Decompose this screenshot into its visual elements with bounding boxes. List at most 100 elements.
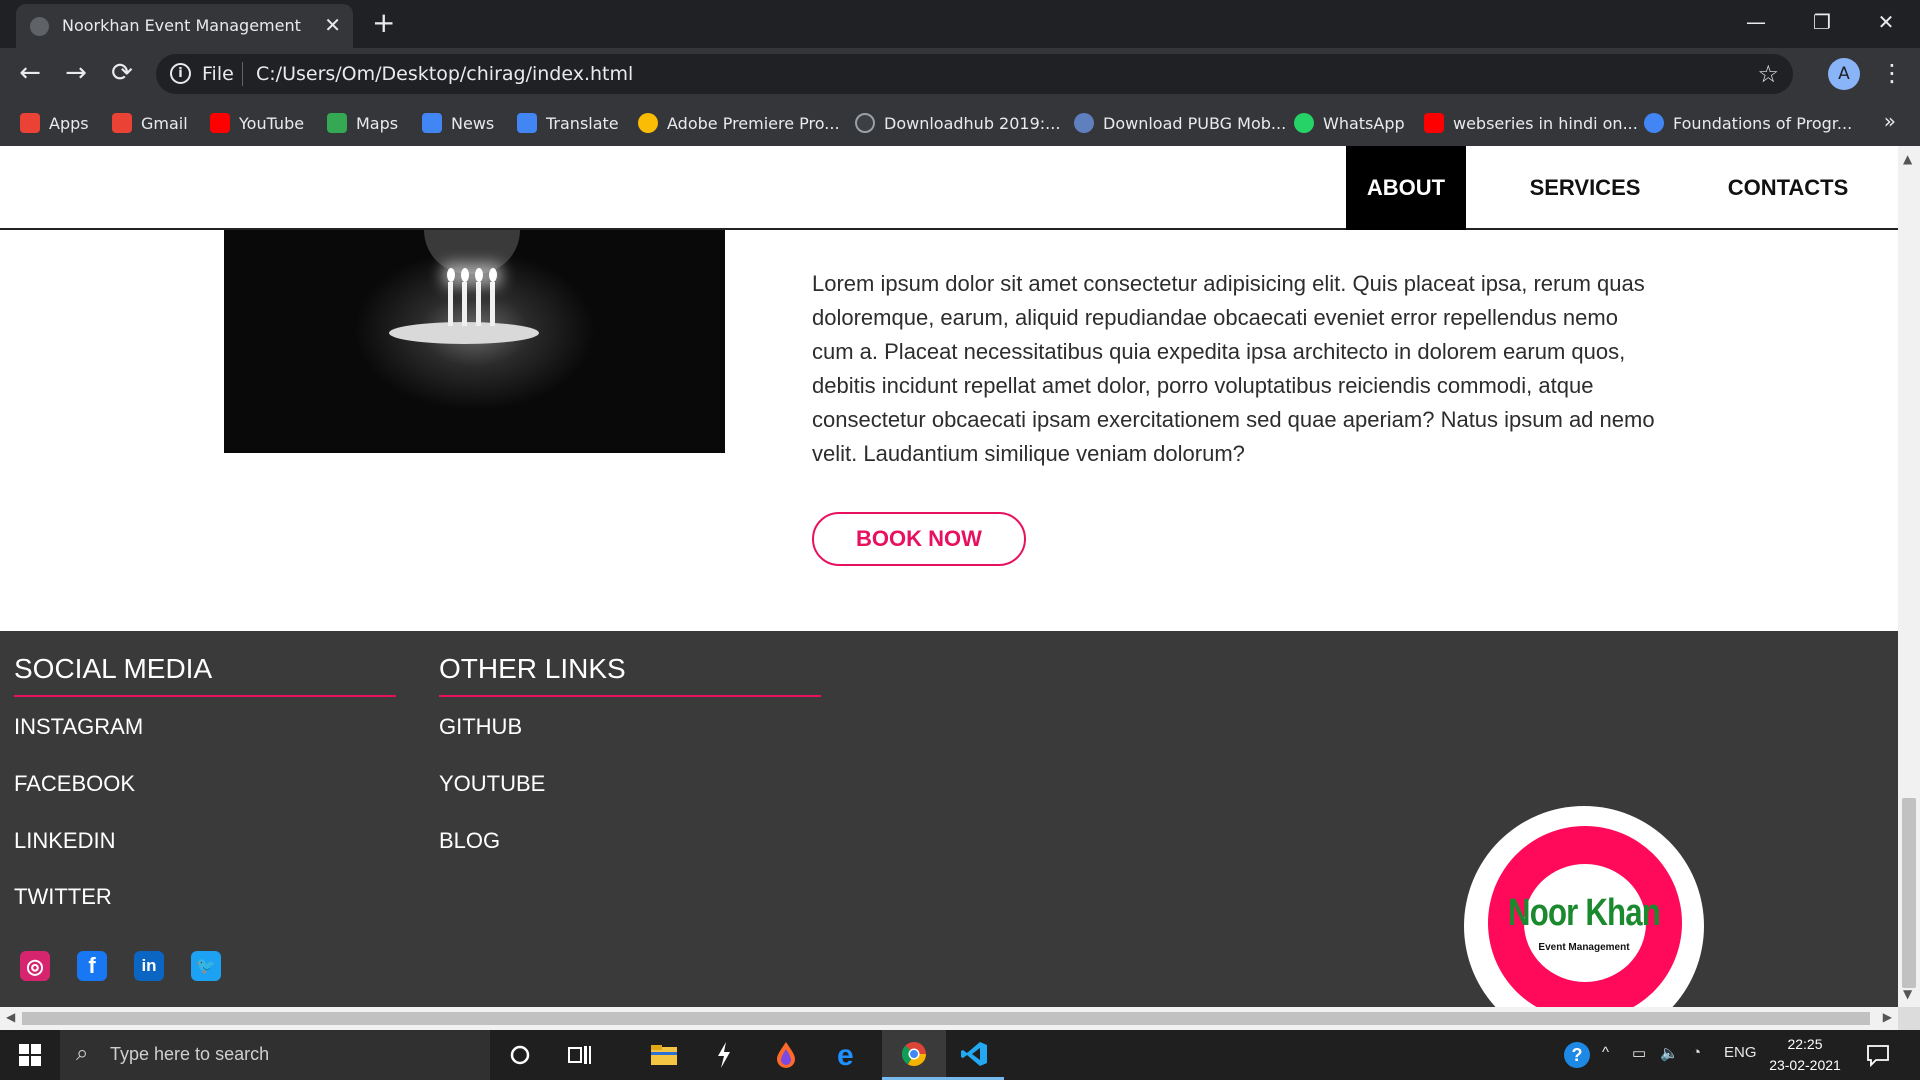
task-view-icon[interactable]	[550, 1030, 610, 1080]
minimize-icon[interactable]: —	[1736, 8, 1776, 36]
battery-icon[interactable]: ▭	[1632, 1044, 1646, 1062]
image-candle	[462, 282, 467, 326]
tab-close-icon[interactable]: ✕	[324, 13, 341, 37]
cortana-icon[interactable]	[490, 1030, 550, 1080]
book-now-button[interactable]: BOOK NOW	[812, 512, 1026, 566]
image-candle	[476, 282, 481, 326]
restore-icon[interactable]: ❐	[1802, 8, 1842, 36]
bookmarks-bar: Apps Gmail YouTube Maps News Translate A…	[0, 100, 1920, 146]
taskbar-search-placeholder: Type here to search	[110, 1044, 270, 1064]
bookmark-pubg[interactable]: Download PUBG Mob...	[1074, 110, 1286, 136]
file-explorer-icon[interactable]	[634, 1030, 694, 1080]
pubg-icon	[1074, 113, 1094, 133]
image-candle	[448, 282, 453, 326]
nav-services[interactable]: SERVICES	[1510, 146, 1660, 230]
browser-toolbar: ← → ⟳ i File C:/Users/Om/Desktop/chirag/…	[0, 48, 1920, 100]
bookmark-whatsapp[interactable]: WhatsApp	[1294, 110, 1405, 136]
news-icon	[422, 113, 442, 133]
linkedin-icon[interactable]: in	[134, 951, 164, 981]
youtube-icon	[210, 113, 230, 133]
windows-start-icon[interactable]	[0, 1030, 60, 1080]
profile-avatar[interactable]: A	[1828, 58, 1860, 90]
bookmark-news[interactable]: News	[422, 110, 494, 136]
address-scheme: File	[202, 63, 234, 85]
address-url[interactable]: C:/Users/Om/Desktop/chirag/index.html	[256, 63, 633, 85]
wifi-icon[interactable]: ◔	[1692, 1044, 1701, 1061]
bookmark-downloadhub[interactable]: Downloadhub 2019:...	[855, 110, 1060, 136]
window-close-icon[interactable]: ✕	[1866, 8, 1906, 36]
forward-icon[interactable]: →	[58, 58, 94, 88]
about-image	[224, 230, 725, 453]
globe-icon	[30, 17, 49, 36]
nav-about[interactable]: ABOUT	[1346, 146, 1466, 230]
browser-tab[interactable]: Noorkhan Event Management ✕	[16, 4, 353, 48]
scroll-left-icon[interactable]: ◀	[6, 1010, 15, 1024]
info-icon[interactable]: i	[170, 63, 191, 84]
google-g-icon	[638, 113, 658, 133]
site-navbar: ABOUT SERVICES CONTACTS	[0, 146, 1898, 230]
site-footer: SOCIAL MEDIA INSTAGRAM FACEBOOK LINKEDIN…	[0, 631, 1898, 1030]
whatsapp-icon	[1294, 113, 1314, 133]
scroll-up-icon[interactable]: ▲	[1903, 152, 1912, 166]
bookmark-apps[interactable]: Apps	[20, 110, 89, 136]
bookmark-translate[interactable]: Translate	[517, 110, 619, 136]
nav-contacts[interactable]: CONTACTS	[1712, 146, 1864, 230]
facebook-icon[interactable]: f	[77, 951, 107, 981]
vertical-scrollbar[interactable]: ▲ ▼	[1898, 146, 1920, 1007]
bookmark-adobe-premiere[interactable]: Adobe Premiere Pro...	[638, 110, 840, 136]
logo-subtitle: Event Management	[1538, 942, 1630, 953]
image-candle	[490, 282, 495, 326]
tray-chevron-up-icon[interactable]: ^	[1602, 1044, 1609, 1061]
footer-link-linkedin[interactable]: LINKEDIN	[14, 828, 115, 854]
sketch-app-icon[interactable]	[694, 1030, 754, 1080]
social-media-underline	[14, 695, 396, 697]
apps-grid-icon	[20, 113, 40, 133]
scrollbar-corner	[1898, 1007, 1920, 1030]
bookmark-star-icon[interactable]: ☆	[1757, 60, 1779, 88]
help-icon[interactable]: ?	[1564, 1042, 1590, 1068]
noorkhan-logo[interactable]: Noor Khan Event Management	[1464, 806, 1704, 1030]
taskbar-search-box[interactable]: ⌕ Type here to search	[60, 1030, 490, 1080]
vertical-scroll-thumb[interactable]	[1902, 798, 1916, 988]
bookmark-webseries[interactable]: webseries in hindi on...	[1424, 110, 1638, 136]
social-media-heading: SOCIAL MEDIA	[14, 653, 213, 684]
kebab-menu-icon[interactable]: ⋮	[1880, 58, 1904, 88]
edge-browser-icon[interactable]: e	[818, 1030, 878, 1080]
bookmark-foundations[interactable]: Foundations of Progr...	[1644, 110, 1852, 136]
footer-link-youtube[interactable]: YOUTUBE	[439, 771, 545, 797]
twitter-icon[interactable]: 🐦	[191, 951, 221, 981]
address-bar[interactable]: i File C:/Users/Om/Desktop/chirag/index.…	[156, 54, 1793, 94]
reload-icon[interactable]: ⟳	[104, 58, 140, 88]
new-tab-icon[interactable]: +	[372, 8, 395, 38]
horizontal-scrollbar[interactable]: ◀ ▶	[0, 1007, 1898, 1030]
instagram-icon[interactable]: ◎	[20, 951, 50, 981]
image-flame	[447, 268, 455, 282]
search-icon: ⌕	[76, 1041, 89, 1066]
google-icon	[1644, 113, 1664, 133]
language-indicator[interactable]: ENG	[1724, 1044, 1757, 1061]
bookmark-youtube[interactable]: YouTube	[210, 110, 304, 136]
chrome-taskbar-icon[interactable]	[882, 1030, 946, 1080]
scroll-down-icon[interactable]: ▼	[1903, 987, 1912, 1001]
footer-link-blog[interactable]: BLOG	[439, 828, 500, 854]
footer-link-github[interactable]: GITHUB	[439, 714, 522, 740]
bookmark-gmail[interactable]: Gmail	[112, 110, 188, 136]
tab-strip: Noorkhan Event Management ✕ + — ❐ ✕	[0, 0, 1920, 48]
vscode-icon[interactable]	[944, 1030, 1004, 1080]
system-clock[interactable]: 22:25 23-02-2021	[1766, 1034, 1844, 1076]
bookmarks-overflow-icon[interactable]: »	[1884, 109, 1896, 133]
paint-drop-icon[interactable]	[756, 1030, 816, 1080]
back-icon[interactable]: ←	[12, 58, 48, 88]
horizontal-scroll-thumb[interactable]	[22, 1012, 1870, 1025]
tab-title: Noorkhan Event Management	[62, 16, 301, 35]
footer-link-twitter[interactable]: TWITTER	[14, 884, 112, 910]
footer-link-facebook[interactable]: FACEBOOK	[14, 771, 135, 797]
notifications-icon[interactable]	[1866, 1043, 1890, 1071]
volume-icon[interactable]: 🔈	[1660, 1044, 1679, 1062]
bookmark-maps[interactable]: Maps	[327, 110, 398, 136]
scroll-right-icon[interactable]: ▶	[1883, 1010, 1892, 1024]
clock-time: 22:25	[1787, 1036, 1823, 1052]
translate-icon	[517, 113, 537, 133]
other-links-underline	[439, 695, 821, 697]
footer-link-instagram[interactable]: INSTAGRAM	[14, 714, 143, 740]
